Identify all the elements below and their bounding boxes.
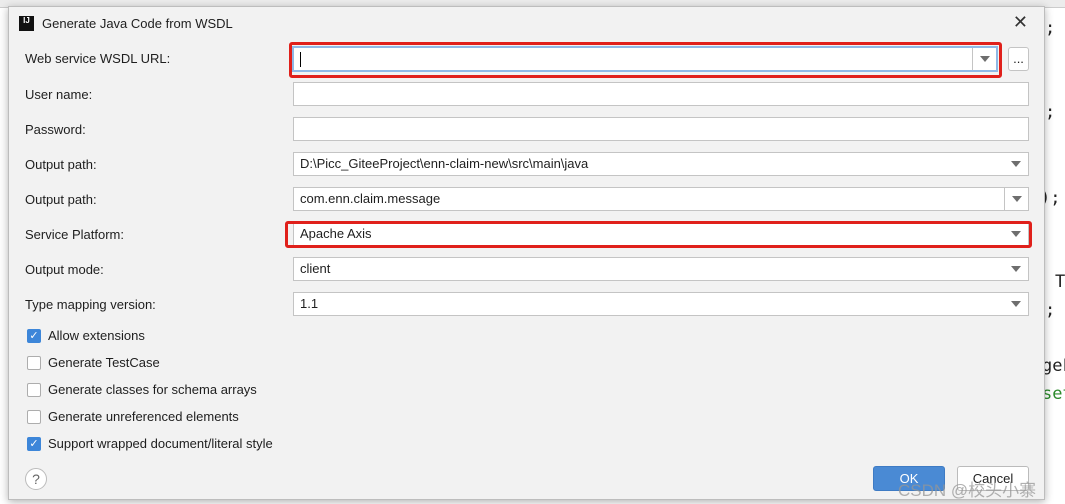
type-mapping-value: 1.1 xyxy=(300,296,319,311)
dialog-title: Generate Java Code from WSDL xyxy=(42,15,233,31)
output-path-label: Output path: xyxy=(25,157,97,172)
code-fragment: T xyxy=(1055,272,1065,292)
checkbox-label: Allow extensions xyxy=(48,328,145,343)
wrapped-style-checkbox[interactable]: ✓ Support wrapped document/literal style xyxy=(27,436,273,451)
code-fragment: ; xyxy=(1045,300,1056,320)
package-label: Output path: xyxy=(25,192,97,207)
dialog-title-bar: IJ Generate Java Code from WSDL xyxy=(19,13,233,33)
allow-extensions-checkbox[interactable]: ✓ Allow extensions xyxy=(27,328,145,343)
service-platform-label: Service Platform: xyxy=(25,227,124,242)
type-mapping-label: Type mapping version: xyxy=(25,297,156,312)
highlight-box xyxy=(289,42,1002,78)
password-label: Password: xyxy=(25,122,86,137)
output-mode-label: Output mode: xyxy=(25,262,104,277)
wsdl-url-label: Web service WSDL URL: xyxy=(25,51,171,66)
output-mode-value: client xyxy=(300,261,331,276)
generate-wsdl-dialog: IJ Generate Java Code from WSDL ✕ Web se… xyxy=(8,6,1045,500)
package-value: com.enn.claim.message xyxy=(300,191,441,206)
checkbox-label: Generate unreferenced elements xyxy=(48,409,239,424)
output-path-value: D:\Picc_GiteeProject\enn-claim-new\src\m… xyxy=(300,156,589,171)
checkbox-icon[interactable] xyxy=(27,409,41,424)
checkbox-checked-icon[interactable]: ✓ xyxy=(27,328,41,343)
output-path-combo[interactable]: D:\Picc_GiteeProject\enn-claim-new\src\m… xyxy=(293,152,1029,176)
package-combo[interactable]: com.enn.claim.message xyxy=(293,187,1029,211)
browse-button[interactable]: ... xyxy=(1008,47,1029,71)
chevron-down-icon[interactable] xyxy=(1004,293,1028,315)
close-icon[interactable]: ✕ xyxy=(1013,12,1028,33)
checkbox-icon[interactable] xyxy=(27,355,41,370)
checkbox-label: Support wrapped document/literal style xyxy=(48,436,273,451)
watermark: CSDN @校头小寨 xyxy=(898,481,1037,500)
username-label: User name: xyxy=(25,87,93,102)
highlight-box xyxy=(285,221,1032,248)
type-mapping-combo[interactable]: 1.1 xyxy=(293,292,1029,316)
output-mode-combo[interactable]: client xyxy=(293,257,1029,281)
generate-testcase-checkbox[interactable]: Generate TestCase xyxy=(27,355,160,370)
schema-arrays-checkbox[interactable]: Generate classes for schema arrays xyxy=(27,382,257,397)
code-fragment: ; xyxy=(1045,102,1056,122)
username-input[interactable] xyxy=(293,82,1029,106)
checkbox-label: Generate TestCase xyxy=(48,355,160,370)
intellij-logo-icon: IJ xyxy=(19,15,34,31)
checkbox-label: Generate classes for schema arrays xyxy=(48,382,257,397)
chevron-down-icon[interactable] xyxy=(1004,258,1028,280)
code-fragment: ; xyxy=(1045,18,1056,38)
chevron-down-icon[interactable] xyxy=(1004,188,1028,210)
password-input[interactable] xyxy=(293,117,1029,141)
chevron-down-icon[interactable] xyxy=(1004,153,1028,175)
unreferenced-elements-checkbox[interactable]: Generate unreferenced elements xyxy=(27,409,239,424)
help-button[interactable]: ? xyxy=(25,468,47,490)
checkbox-checked-icon[interactable]: ✓ xyxy=(27,436,41,451)
code-fragment: geF xyxy=(1042,356,1065,376)
code-fragment: set xyxy=(1042,384,1065,404)
checkbox-icon[interactable] xyxy=(27,382,41,397)
